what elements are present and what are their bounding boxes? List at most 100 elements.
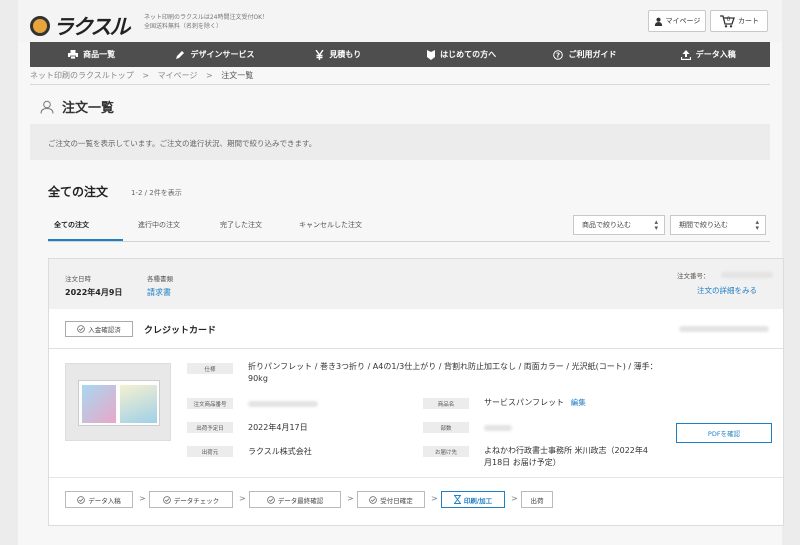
section-title: 全ての注文 xyxy=(48,185,109,199)
chevron-right-icon: > xyxy=(431,494,438,503)
pamphlet-panel-left xyxy=(82,385,116,423)
page-title-text: 注文一覧 xyxy=(62,101,115,116)
cart-count: 0 xyxy=(727,16,731,23)
updown-arrow-icon: ▴ ▾ xyxy=(755,218,759,232)
svg-text:?: ? xyxy=(556,51,560,59)
updown-arrow-icon: ▴ ▾ xyxy=(654,218,658,232)
steps-divider xyxy=(49,477,783,478)
product-filter-select[interactable]: 商品で絞り込む ▴ ▾ xyxy=(573,215,665,235)
breadcrumb-current: 注文一覧 xyxy=(221,71,254,80)
nav-item-design[interactable]: デザインサービス xyxy=(153,42,276,67)
step-data-check: データチェック xyxy=(149,491,233,508)
pdf-check-button[interactable]: PDFを確認 xyxy=(676,423,772,443)
tab-all-orders[interactable]: 全ての注文 xyxy=(54,220,89,230)
upload-icon xyxy=(680,49,691,60)
person-icon xyxy=(40,100,54,114)
payment-method: クレジットカード xyxy=(144,326,217,336)
tab-cancelled[interactable]: キャンセルした注文 xyxy=(299,220,362,230)
nav-item-beginner[interactable]: はじめての方へ xyxy=(400,42,523,67)
order-date-value: 2022年4月9日 xyxy=(65,288,123,297)
mypage-label: マイページ xyxy=(665,17,701,25)
ship-date-value: 2022年4月17日 xyxy=(248,423,308,432)
nav-item-label: ご利用ガイド xyxy=(568,50,617,59)
payment-status-badge: 入金確認済 xyxy=(65,321,133,337)
order-card: 注文日時 2022年4月9日 各種書類 請求書 注文番号： 注文の詳細をみる 入… xyxy=(48,258,784,526)
check-circle-icon xyxy=(266,495,275,504)
user-icon xyxy=(654,17,662,26)
step-date-confirmed: 受付日確定 xyxy=(357,491,425,508)
header-tagline: ネット印刷のラクスルは24時間注文受付OK！ 全国送料無料（名刺を除く） xyxy=(144,13,268,31)
spec-label: 仕様 xyxy=(187,363,233,374)
destination-label: お届け先 xyxy=(423,446,469,457)
mypage-button[interactable]: マイページ xyxy=(648,10,706,32)
nav-item-label: データ入稿 xyxy=(695,50,736,59)
cart-label: カート xyxy=(738,17,759,25)
shipper-label: 出荷元 xyxy=(187,446,233,457)
step-label: 受付日確定 xyxy=(380,496,413,505)
period-filter-label: 期間で絞り込む xyxy=(679,221,728,229)
nav-item-label: デザインサービス xyxy=(190,50,255,59)
product-name-label: 商品名 xyxy=(423,398,469,409)
nav-item-label: 商品一覧 xyxy=(83,50,116,59)
question-icon: ? xyxy=(553,49,564,60)
nav-item-products[interactable]: 商品一覧 xyxy=(30,42,153,67)
shipper-value: ラクスル株式会社 xyxy=(248,447,312,456)
payment-row: 入金確認済 クレジットカード xyxy=(49,309,783,349)
logo-mark-icon xyxy=(30,16,50,36)
cart-icon: 0 xyxy=(720,15,735,28)
copies-redacted xyxy=(484,425,512,431)
documents-label: 各種書類 xyxy=(147,275,173,283)
page-title: 注文一覧 xyxy=(40,97,114,116)
nav-item-guide[interactable]: ? ご利用ガイド xyxy=(523,42,646,67)
product-thumbnail[interactable] xyxy=(65,363,171,441)
payment-status-text: 入金確認済 xyxy=(88,326,121,334)
breadcrumb-separator: > xyxy=(142,71,150,80)
step-label: データ最終確認 xyxy=(277,496,324,505)
invoice-link[interactable]: 請求書 xyxy=(147,287,171,298)
raksul-logo[interactable]: ラクスル xyxy=(30,11,130,41)
pamphlet-panel-right xyxy=(120,385,157,423)
divider xyxy=(30,84,770,85)
order-number-redacted xyxy=(721,272,773,278)
chevron-right-icon: > xyxy=(511,494,518,503)
order-detail-link[interactable]: 注文の詳細をみる xyxy=(697,285,757,296)
pamphlet-preview xyxy=(78,380,160,426)
product-name-value: サービスパンフレット xyxy=(484,398,565,407)
pen-icon xyxy=(176,50,185,59)
nav-item-label: はじめての方へ xyxy=(440,50,497,59)
page: ラクスル ネット印刷のラクスルは24時間注文受付OK！ 全国送料無料（名刺を除く… xyxy=(18,0,784,545)
breadcrumb-home-link[interactable]: ネット印刷のラクスルトップ xyxy=(30,71,134,80)
step-data-upload: データ入稿 xyxy=(65,491,133,508)
nav-item-upload[interactable]: データ入稿 xyxy=(647,42,770,67)
ship-date-label: 出荷予定日 xyxy=(187,422,233,433)
order-date-label: 注文日時 xyxy=(65,275,91,283)
tab-in-progress[interactable]: 進行中の注文 xyxy=(138,220,180,230)
result-count: 1-2 / 2件を表示 xyxy=(131,189,182,197)
tab-completed[interactable]: 完了した注文 xyxy=(220,220,262,230)
product-name: サービスパンフレット 編集 xyxy=(484,397,586,408)
check-circle-icon xyxy=(162,495,171,504)
cart-button[interactable]: 0 カート xyxy=(710,10,768,32)
spec-value: 折りパンフレット / 巻き3つ折り / A4の1/3仕上がり / 背割れ防止加工… xyxy=(248,362,658,383)
main-nav: 商品一覧 デザインサービス 見積もり はじめての方へ ? ご利用ガイド データ入… xyxy=(30,42,770,67)
order-number-label: 注文番号： xyxy=(677,272,710,280)
site-header: ラクスル ネット印刷のラクスルは24時間注文受付OK！ 全国送料無料（名刺を除く… xyxy=(18,0,782,42)
period-filter-select[interactable]: 期間で絞り込む ▴ ▾ xyxy=(670,215,766,235)
step-label: データチェック xyxy=(173,496,220,505)
breadcrumb: ネット印刷のラクスルトップ > マイページ > 注文一覧 xyxy=(30,70,253,81)
tagline-line-1: ネット印刷のラクスルは24時間注文受付OK！ xyxy=(144,14,269,21)
order-card-header: 注文日時 2022年4月9日 各種書類 請求書 注文番号： 注文の詳細をみる xyxy=(49,259,783,309)
edit-link[interactable]: 編集 xyxy=(571,398,586,407)
nav-item-estimate[interactable]: 見積もり xyxy=(277,42,400,67)
product-number-label: 注文商品番号 xyxy=(187,398,233,409)
yen-icon xyxy=(315,49,324,60)
check-circle-icon xyxy=(77,495,86,504)
breadcrumb-mypage-link[interactable]: マイページ xyxy=(158,71,198,80)
step-data-final-check: データ最終確認 xyxy=(249,491,341,508)
step-label: 印刷/加工 xyxy=(463,496,493,505)
breadcrumb-separator: > xyxy=(205,71,213,80)
chevron-right-icon: > xyxy=(239,494,246,503)
tagline-line-2: 全国送料無料（名刺を除く） xyxy=(144,23,223,30)
copies-label: 部数 xyxy=(423,422,469,433)
check-circle-icon xyxy=(77,325,86,333)
